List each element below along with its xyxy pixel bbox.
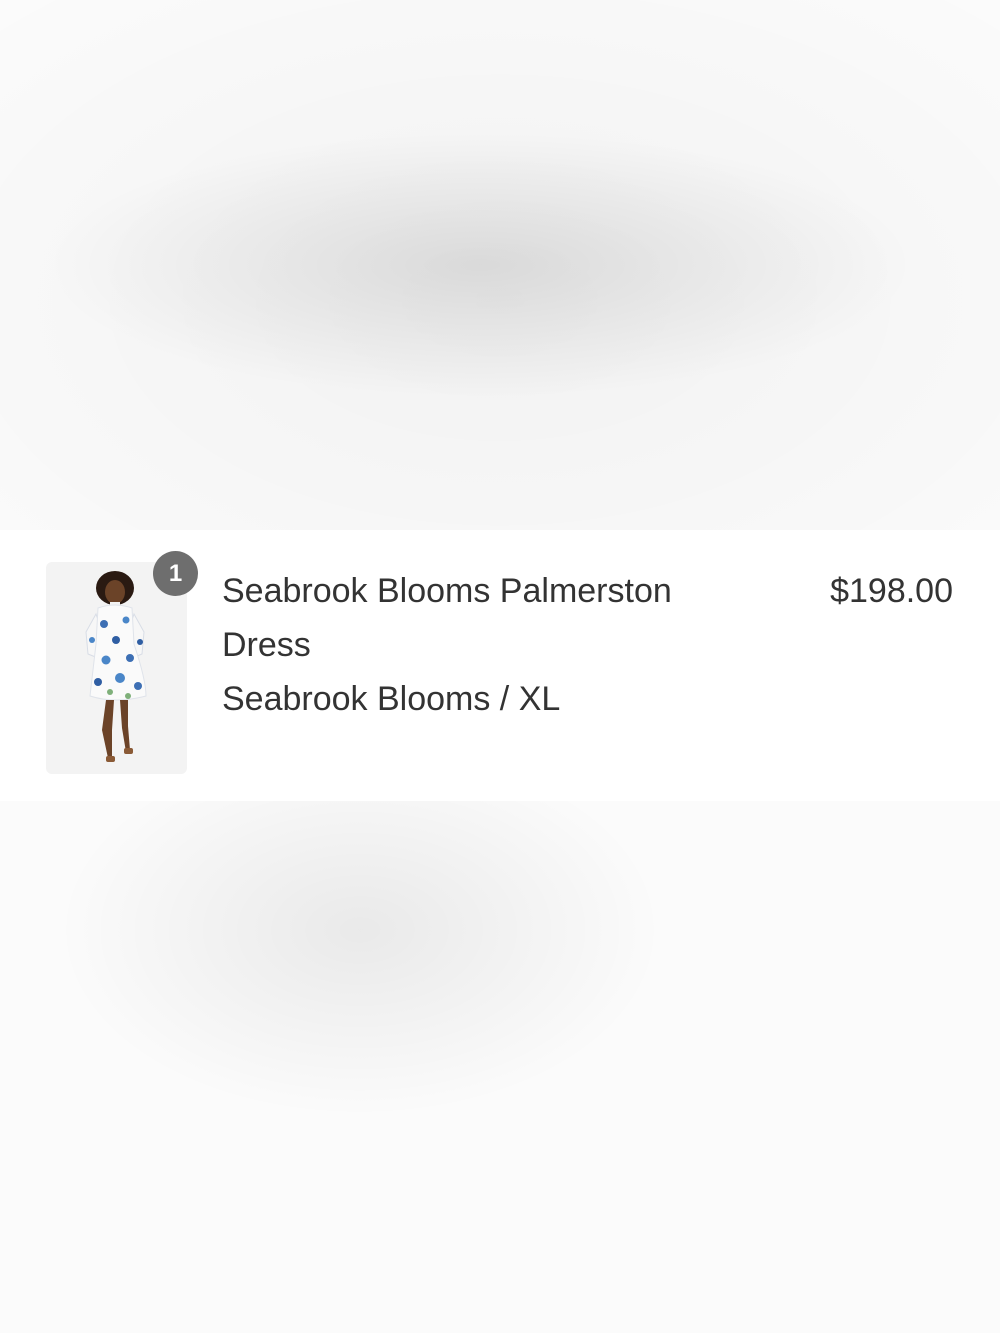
order-line-item: 1 Seabrook Blooms Palmerston Dress Seabr… <box>0 530 1000 801</box>
product-variant: Seabrook Blooms / XL <box>222 680 561 718</box>
quantity-badge: 1 <box>153 551 198 596</box>
product-title: Seabrook Blooms Palmerston Dress <box>222 572 672 664</box>
product-thumbnail: 1 <box>46 551 198 774</box>
product-price: $198.00 <box>830 572 953 610</box>
